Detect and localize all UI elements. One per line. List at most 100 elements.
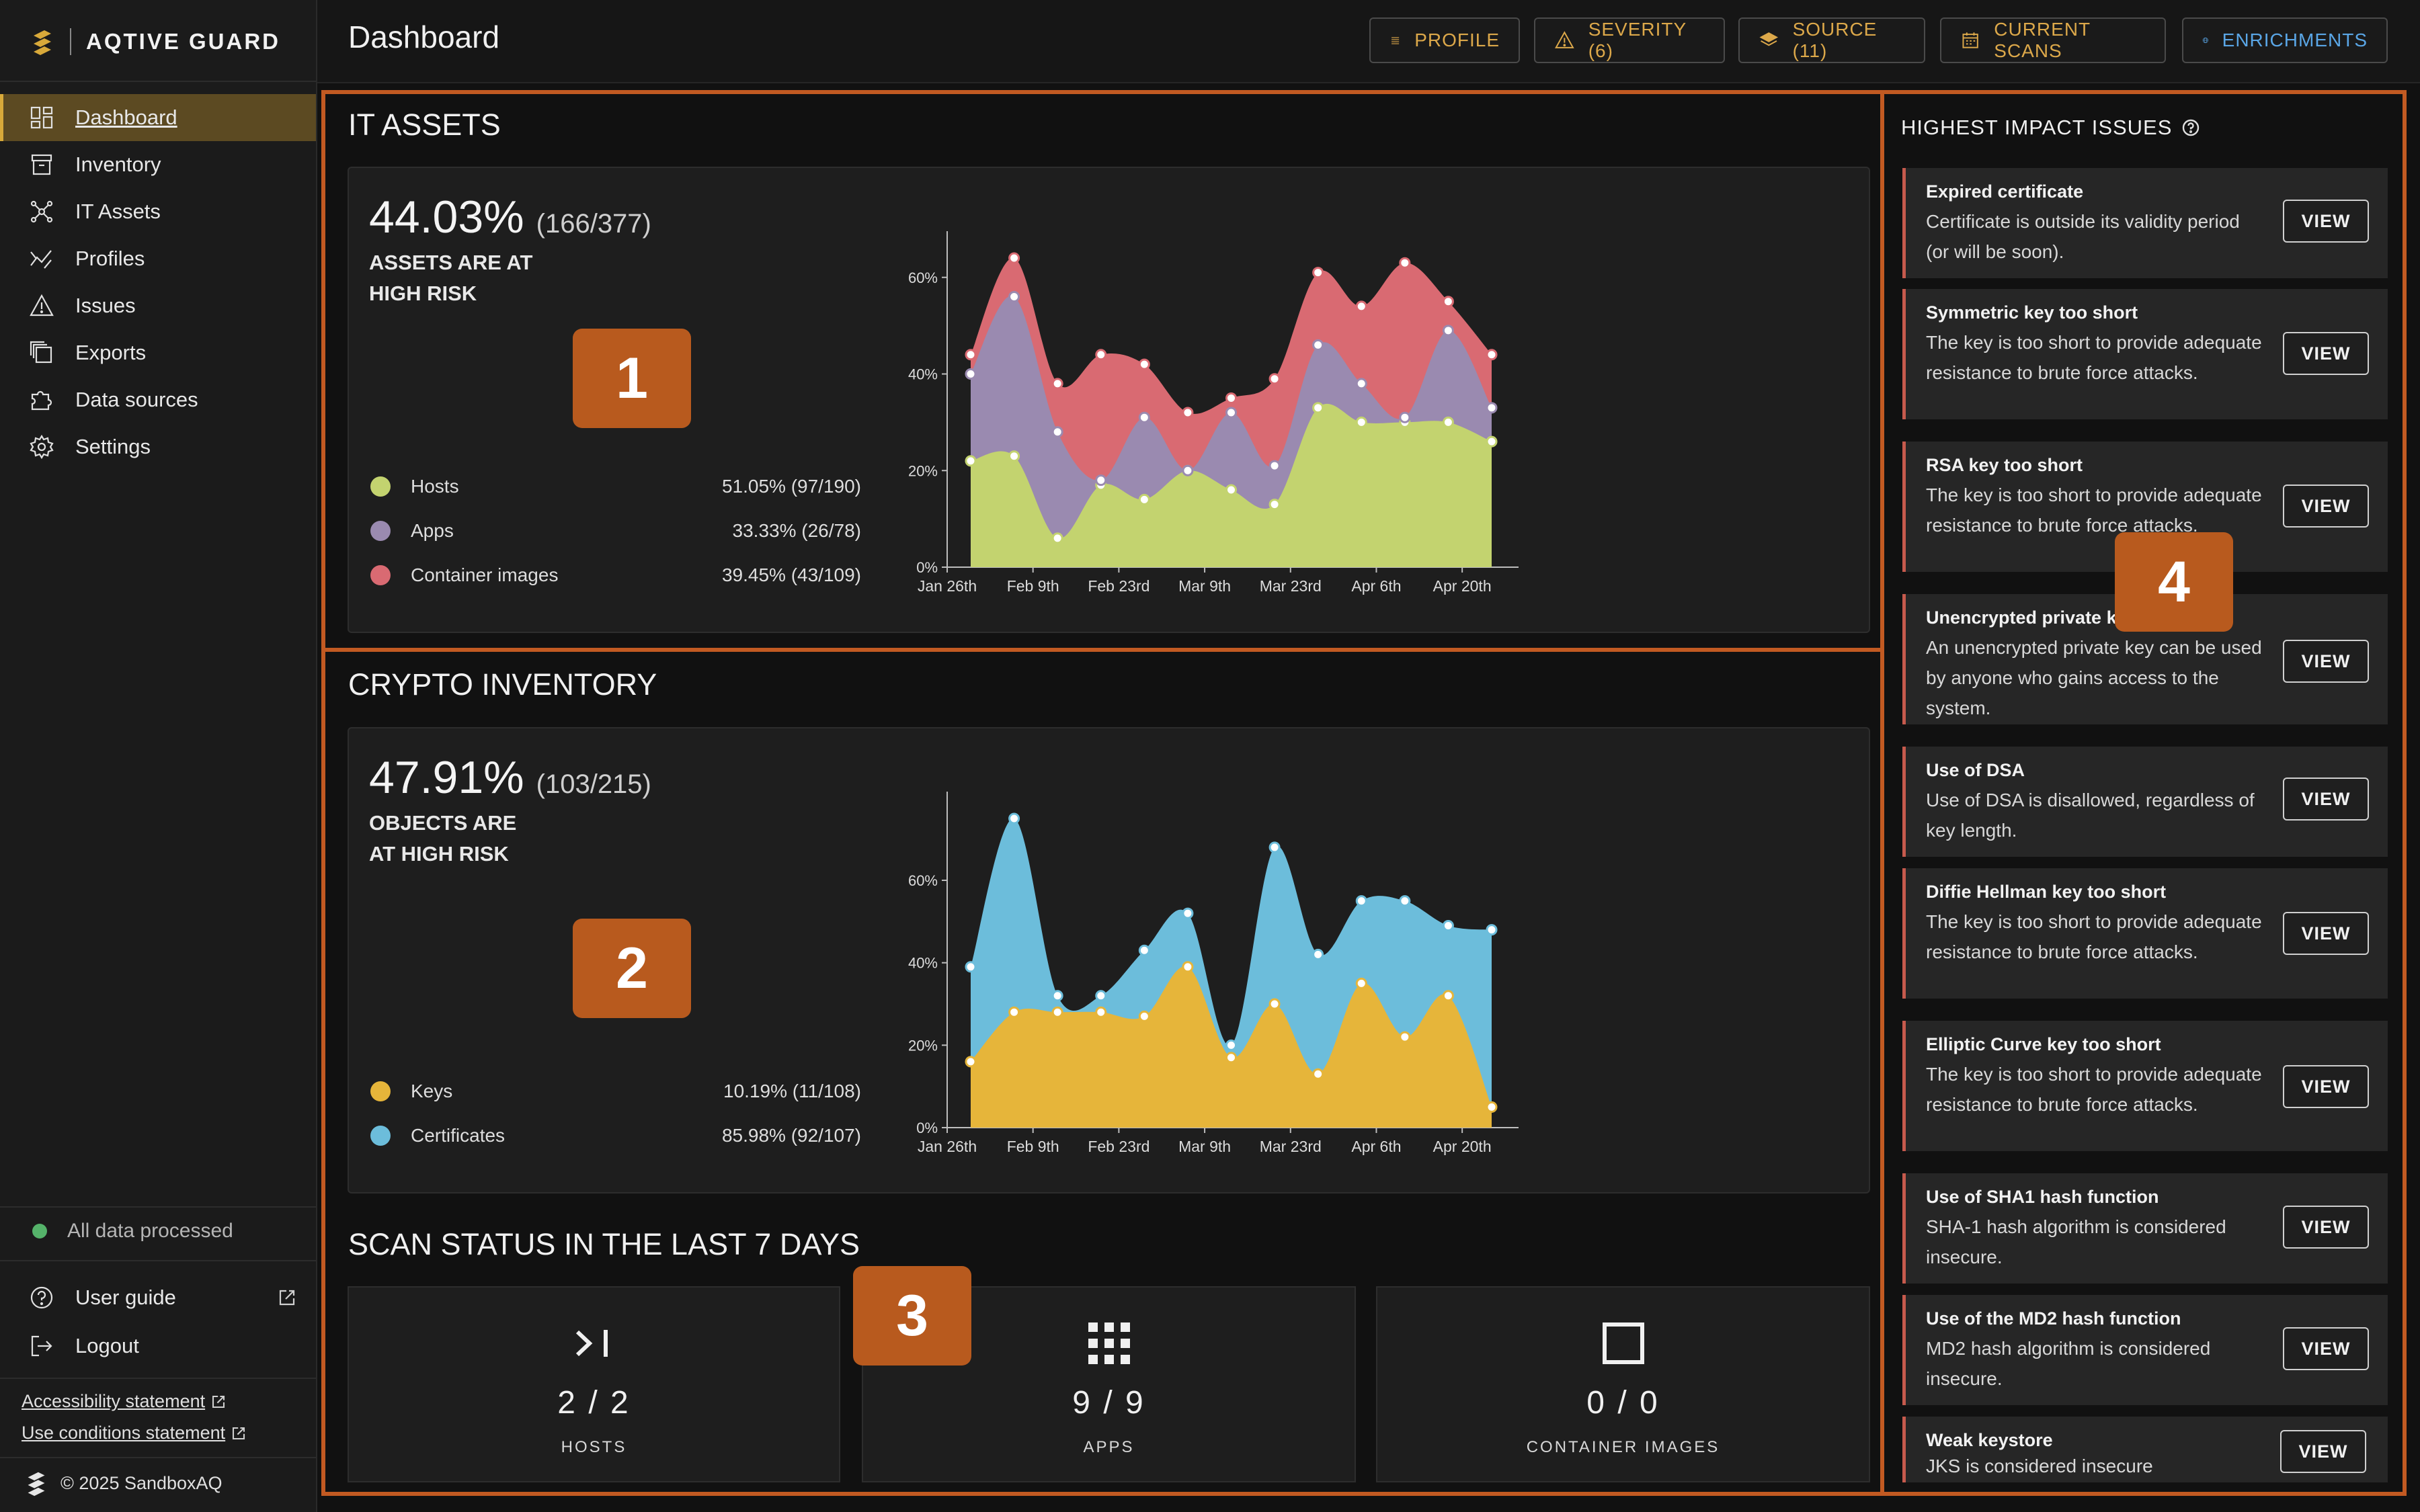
x-tick-label: Apr 20th xyxy=(1433,1138,1492,1155)
view-button[interactable]: VIEW xyxy=(2283,778,2369,821)
data-point xyxy=(1355,977,1367,989)
keys-dot-icon xyxy=(370,1081,391,1101)
data-point xyxy=(1138,411,1150,423)
x-tick-label: Mar 23rd xyxy=(1260,1138,1322,1155)
sidebar-item-inventory[interactable]: Inventory xyxy=(0,141,316,188)
certificates-dot-icon xyxy=(370,1126,391,1146)
brand[interactable]: AQTIVE GUARD xyxy=(27,24,280,59)
divider xyxy=(0,1378,316,1379)
sidebar-item-label: Settings xyxy=(75,435,151,458)
data-point xyxy=(965,1056,977,1068)
x-tick-label: Apr 6th xyxy=(1351,1138,1401,1155)
view-button[interactable]: VIEW xyxy=(2280,1430,2366,1473)
view-button[interactable]: VIEW xyxy=(2283,485,2369,528)
y-tick-label: 60% xyxy=(908,872,938,889)
button-label: PROFILE xyxy=(1414,30,1500,50)
view-button[interactable]: VIEW xyxy=(2283,1065,2369,1108)
legend-name: Certificates xyxy=(411,1125,506,1146)
data-point xyxy=(1051,532,1063,544)
data-point xyxy=(1268,998,1281,1010)
issues-title: HIGHEST IMPACT ISSUES xyxy=(1901,116,2200,140)
sidebar-item-settings[interactable]: Settings xyxy=(0,423,316,470)
view-button[interactable]: VIEW xyxy=(2283,640,2369,683)
annotation-badge-2: 2 xyxy=(573,919,691,1018)
profile-filter-button[interactable]: PROFILE xyxy=(1369,17,1520,63)
data-point xyxy=(1225,1039,1237,1051)
sidebar-item-it-assets[interactable]: IT Assets xyxy=(0,188,316,235)
button-label: SEVERITY (6) xyxy=(1588,19,1687,61)
scan-label: CONTAINER IMAGES xyxy=(1526,1438,1720,1456)
help-icon xyxy=(28,1284,55,1311)
y-tick-label: 40% xyxy=(908,366,938,383)
logout-button[interactable]: Logout xyxy=(0,1322,316,1370)
enrichments-button[interactable]: ENRICHMENTS xyxy=(2182,17,2388,63)
data-point xyxy=(1268,460,1281,472)
sidebar-item-issues[interactable]: Issues xyxy=(0,282,316,329)
data-point xyxy=(1008,450,1020,462)
legend-value: 39.45% (43/109) xyxy=(721,564,861,585)
data-point xyxy=(1008,1006,1020,1018)
annotation-badge-1: 1 xyxy=(573,329,691,428)
x-tick-label: Mar 9th xyxy=(1178,577,1231,595)
button-label: SOURCE (11) xyxy=(1792,19,1878,61)
help-icon[interactable] xyxy=(2181,118,2200,137)
calendar-icon xyxy=(1962,32,1978,48)
legend-name: Hosts xyxy=(411,476,459,497)
legend-value: 10.19% (11/108) xyxy=(723,1081,861,1101)
issue-card: Elliptic Curve key too short The key is … xyxy=(1902,1021,2388,1151)
x-tick-label: Jan 26th xyxy=(918,577,977,595)
issue-title: RSA key too short xyxy=(1926,455,2083,475)
sidebar-item-data-sources[interactable]: Data sources xyxy=(0,376,316,423)
view-button[interactable]: VIEW xyxy=(2283,200,2369,243)
issue-description: MD2 hash algorithm is considered insecur… xyxy=(1926,1338,2211,1389)
sidebar-item-exports[interactable]: Exports xyxy=(0,329,316,376)
profiles-icon xyxy=(28,245,55,272)
it-assets-title: IT ASSETS xyxy=(348,108,501,142)
layers-icon xyxy=(1759,32,1779,46)
view-button[interactable]: VIEW xyxy=(2283,1327,2369,1370)
data-point xyxy=(1268,373,1281,385)
data-point xyxy=(1182,907,1194,919)
y-tick-label: 0% xyxy=(916,559,938,576)
x-tick-label: Mar 23rd xyxy=(1260,577,1322,595)
dashboard-icon xyxy=(28,104,55,131)
data-point xyxy=(1182,961,1194,973)
issue-description: An unencrypted private key can be used b… xyxy=(1926,637,2262,718)
severity-filter-button[interactable]: SEVERITY (6) xyxy=(1534,17,1725,63)
current-scans-button[interactable]: CURRENT SCANS xyxy=(1940,17,2166,63)
view-button[interactable]: VIEW xyxy=(2283,912,2369,955)
data-point xyxy=(1486,349,1498,361)
sidebar-item-profiles[interactable]: Profiles xyxy=(0,235,316,282)
data-point xyxy=(1051,378,1063,390)
view-button[interactable]: VIEW xyxy=(2283,332,2369,375)
data-point xyxy=(1138,944,1150,956)
scan-tile-hosts[interactable]: 2 / 2 HOSTS xyxy=(348,1286,840,1482)
data-point xyxy=(1268,499,1281,511)
sidebar-item-dashboard[interactable]: Dashboard xyxy=(0,94,316,141)
accessibility-link[interactable]: Accessibility statement xyxy=(22,1391,227,1412)
data-point xyxy=(1051,990,1063,1002)
legend-value: 51.05% (97/190) xyxy=(721,476,861,497)
user-guide-link[interactable]: User guide xyxy=(0,1273,316,1322)
source-filter-button[interactable]: SOURCE (11) xyxy=(1738,17,1925,63)
status-text: All data processed xyxy=(67,1220,233,1242)
data-point xyxy=(1095,349,1107,361)
scan-tile-container-images[interactable]: 0 / 0 CONTAINER IMAGES xyxy=(1376,1286,1870,1482)
user-guide-label: User guide xyxy=(75,1286,176,1309)
data-point xyxy=(1312,948,1324,960)
legend-name: Keys xyxy=(411,1081,453,1101)
it-assets-percent: 44.03% (166/377) xyxy=(369,191,651,243)
sidebar-item-label: Inventory xyxy=(75,153,161,176)
issue-title: Symmetric key too short xyxy=(1926,302,2138,323)
issue-card: Use of DSA Use of DSA is disallowed, reg… xyxy=(1902,747,2388,857)
sidebar-item-label: IT Assets xyxy=(75,200,161,223)
network-icon xyxy=(28,198,55,225)
issue-description: Use of DSA is disallowed, regardless of … xyxy=(1926,790,2255,841)
accessibility-label: Accessibility statement xyxy=(22,1391,206,1411)
use-conditions-link[interactable]: Use conditions statement xyxy=(22,1423,247,1443)
terminal-icon xyxy=(575,1330,608,1357)
data-point xyxy=(965,368,977,380)
annotation-badge-3: 3 xyxy=(853,1266,971,1366)
view-button[interactable]: VIEW xyxy=(2283,1206,2369,1249)
data-point xyxy=(1051,426,1063,438)
